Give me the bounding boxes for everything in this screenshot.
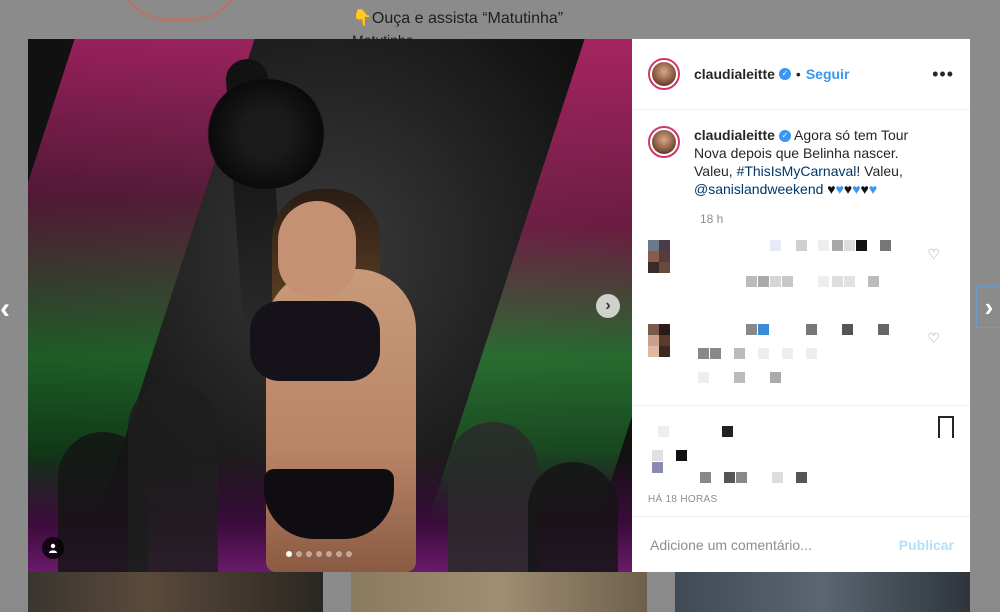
hashtag-link[interactable]: #ThisIsMyCarnaval	[737, 163, 857, 179]
avatar[interactable]	[648, 126, 680, 158]
publish-button[interactable]: Publicar	[899, 537, 954, 553]
post-photo[interactable]: ›	[28, 39, 632, 572]
comment-input[interactable]	[648, 535, 899, 554]
verified-badge-icon: ✓	[778, 130, 791, 143]
follow-button[interactable]: Seguir	[806, 66, 850, 82]
mention-link[interactable]: @sanislandweekend	[694, 181, 823, 197]
caption-body-2: ! Valeu,	[856, 163, 903, 179]
user-tag-icon[interactable]	[42, 537, 64, 559]
more-options-icon[interactable]: •••	[932, 64, 954, 85]
post-sidebar: claudialeitte ✓ • Seguir ••• claudialeit…	[632, 39, 970, 572]
background-caption: 👇Ouça e assista “Matutinha”	[352, 10, 564, 27]
background-thumbnail[interactable]	[28, 572, 324, 612]
bookmark-icon[interactable]	[938, 416, 954, 444]
previous-post-arrow[interactable]: ‹	[0, 292, 10, 326]
carousel-dots	[286, 551, 352, 557]
performer-head	[278, 201, 356, 297]
performer-bottom	[264, 469, 394, 539]
carousel-dot	[306, 551, 312, 557]
performer-top	[250, 301, 380, 381]
like-comment-heart-icon[interactable]: ♡	[927, 330, 940, 347]
username[interactable]: claudialeitte	[694, 66, 775, 82]
next-post-arrow[interactable]: ›	[976, 286, 1000, 328]
carousel-dot	[316, 551, 322, 557]
avatar[interactable]	[648, 58, 680, 90]
verified-badge-icon: ✓	[778, 68, 791, 80]
crowd-silhouette	[128, 382, 218, 572]
avatar-image	[652, 62, 676, 86]
background-thumbnails	[28, 572, 970, 612]
post-timestamp: HÁ 18 HORAS	[648, 494, 718, 505]
caption-text: claudialeitte ✓ Agora só tem Tour Nova de…	[694, 126, 934, 198]
comment-box: Publicar	[632, 516, 970, 572]
comment-row: ♡	[648, 240, 954, 310]
crowd-silhouette	[448, 422, 538, 572]
post-actions: HÁ 18 HORAS	[632, 405, 970, 516]
background-thumbnail[interactable]	[351, 572, 647, 612]
comment-row: ♡	[648, 324, 954, 394]
carousel-dot	[296, 551, 302, 557]
caption-username[interactable]: claudialeitte	[694, 127, 775, 143]
comments-section: claudialeitte ✓ Agora só tem Tour Nova de…	[632, 110, 970, 402]
crowd-silhouette	[528, 462, 618, 572]
caption-time: 18 h	[700, 212, 724, 226]
carousel-dot	[336, 551, 342, 557]
carousel-dot	[326, 551, 332, 557]
caption: claudialeitte ✓ Agora só tem Tour Nova de…	[648, 126, 954, 198]
post-header: claudialeitte ✓ • Seguir •••	[632, 39, 970, 110]
post-modal: › claudialeitte ✓ • Seguir ••• claudiale…	[28, 39, 970, 572]
carousel-next-button[interactable]: ›	[596, 294, 620, 318]
heart-emojis: ♥♥♥♥♥♥	[827, 181, 878, 197]
like-comment-heart-icon[interactable]: ♡	[927, 246, 940, 263]
avatar-image	[652, 130, 676, 154]
background-thumbnail[interactable]	[674, 572, 970, 612]
feather-sleeve	[206, 79, 326, 189]
carousel-dot	[286, 551, 292, 557]
carousel-dot	[346, 551, 352, 557]
separator: •	[795, 66, 801, 82]
